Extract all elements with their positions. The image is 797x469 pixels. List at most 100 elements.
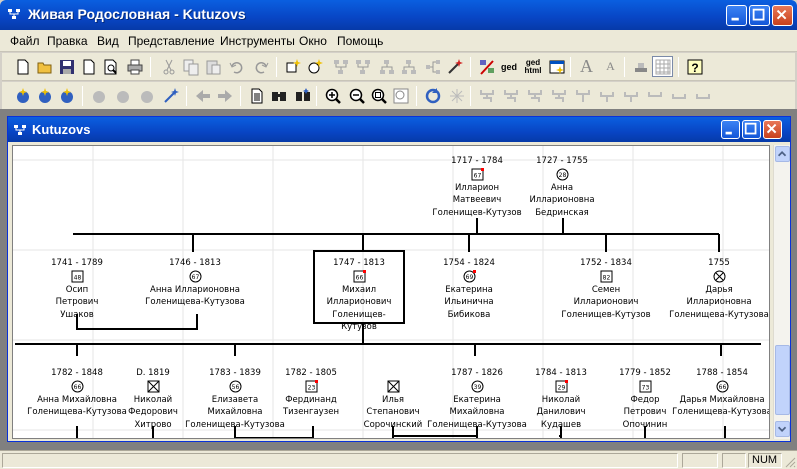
layout-b-button[interactable]	[500, 85, 521, 106]
zoom-page-button[interactable]	[390, 85, 411, 106]
person-flag-button[interactable]	[160, 85, 181, 106]
female-deceased-icon	[713, 270, 726, 283]
font-large-button[interactable]: A	[576, 56, 597, 77]
web-button[interactable]	[546, 56, 567, 77]
layout-e-button[interactable]	[572, 85, 593, 106]
chevron-down-icon	[777, 426, 787, 432]
layout-d-button[interactable]	[548, 85, 569, 106]
tree-maximize-button[interactable]	[742, 120, 761, 139]
tree-button-5[interactable]	[422, 56, 443, 77]
layout-h-button[interactable]	[644, 85, 665, 106]
menu-view[interactable]: Вид	[97, 34, 119, 48]
maximize-button[interactable]	[749, 5, 770, 26]
document-button[interactable]	[246, 85, 267, 106]
scroll-down-button[interactable]	[775, 421, 790, 437]
person-card-p6[interactable]: 1754 - 1824 69 Екатерина Ильинична Бибик…	[394, 257, 544, 321]
menu-window[interactable]: Окно	[299, 34, 327, 48]
status-message	[2, 453, 678, 468]
zoom-fit-button[interactable]	[368, 85, 389, 106]
layout-c-icon	[527, 89, 542, 102]
tree-window-title: Kutuzovs	[32, 122, 91, 137]
find-button[interactable]	[268, 85, 289, 106]
svg-text:56: 56	[231, 384, 239, 391]
layout-button[interactable]	[446, 85, 467, 106]
layout-a-button[interactable]	[476, 85, 497, 106]
toolbar-secondary	[2, 82, 795, 110]
app-titlebar[interactable]: Живая Родословная - Kutuzovs	[0, 0, 797, 30]
new-button[interactable]	[12, 56, 33, 77]
person-add-button[interactable]	[88, 85, 109, 106]
print-button[interactable]	[124, 56, 145, 77]
menu-file[interactable]: Файл	[10, 34, 40, 48]
layout-c-button[interactable]	[524, 85, 545, 106]
person-line1: Екатерина	[445, 284, 493, 295]
scroll-up-button[interactable]	[775, 146, 790, 162]
svg-text:39: 39	[473, 384, 481, 391]
gen1-button[interactable]	[12, 85, 33, 106]
page-button[interactable]	[78, 56, 99, 77]
menu-help[interactable]: Помощь	[337, 34, 383, 48]
menu-tools[interactable]: Инструменты	[220, 34, 295, 48]
person-card-p4[interactable]: 1746 - 1813 67 Анна Илларионовна Голенищ…	[120, 257, 270, 309]
male-person-icon: 29	[555, 379, 568, 393]
save-button[interactable]	[56, 56, 77, 77]
gen2-button[interactable]	[34, 85, 55, 106]
forward-button[interactable]	[214, 85, 235, 106]
zoom-in-button[interactable]	[322, 85, 343, 106]
find2-button[interactable]	[292, 85, 313, 106]
close-button[interactable]	[772, 5, 793, 26]
layout-f-button[interactable]	[596, 85, 617, 106]
tree-button-1[interactable]	[330, 56, 351, 77]
maximize-icon	[752, 8, 765, 21]
copy-button[interactable]	[180, 56, 201, 77]
print-preview-button[interactable]	[100, 56, 121, 77]
tree-button-2[interactable]	[352, 56, 373, 77]
tree-window-titlebar[interactable]: Kutuzovs	[8, 117, 790, 142]
zoom-out-button[interactable]	[346, 85, 367, 106]
layout-i-button[interactable]	[668, 85, 689, 106]
cut-button[interactable]	[158, 56, 179, 77]
save-icon	[59, 59, 74, 74]
person-line1: Анна Илларионовна	[150, 284, 240, 295]
undo-button[interactable]	[226, 56, 247, 77]
layout-j-button[interactable]	[692, 85, 713, 106]
tree-minimize-button[interactable]	[721, 120, 740, 139]
resize-grip-icon[interactable]	[784, 456, 796, 468]
open-button[interactable]	[34, 56, 55, 77]
menu-presentation[interactable]: Представление	[128, 34, 215, 48]
wand-button[interactable]	[444, 56, 465, 77]
edit-tree-button[interactable]	[476, 56, 497, 77]
person-add2-button[interactable]	[112, 85, 133, 106]
ged-button[interactable]: ged	[498, 56, 520, 77]
tree-button-4[interactable]	[398, 56, 419, 77]
layout-g-button[interactable]	[620, 85, 641, 106]
new-icon	[17, 59, 28, 74]
grid-button[interactable]	[652, 56, 673, 77]
refresh-button[interactable]	[422, 85, 443, 106]
help-button[interactable]: ?	[684, 56, 705, 77]
female-person-icon: 56	[229, 380, 242, 393]
ged-html-button[interactable]: ged html	[522, 56, 544, 77]
tree-canvas[interactable]: 1717 - 1784 67 Илларион Матвеевич Голени…	[12, 145, 770, 439]
person-card-p8[interactable]: 1755 Дарья Илларионовна Голенищева-Кутуз…	[636, 257, 769, 321]
svg-text:66: 66	[718, 384, 726, 391]
gen3-button[interactable]	[56, 85, 77, 106]
vertical-scrollbar[interactable]	[773, 145, 790, 439]
person-add3-button[interactable]	[136, 85, 157, 106]
tree-button-3[interactable]	[376, 56, 397, 77]
person-card-p2[interactable]: 1727 - 1755 28 Анна Илларионовна Бедринс…	[487, 155, 637, 219]
font-small-button[interactable]: A	[600, 56, 621, 77]
paste-button[interactable]	[202, 56, 223, 77]
person-card-p17[interactable]: 1788 - 1854 66 Дарья Михайловна Голенище…	[647, 367, 769, 419]
menu-edit[interactable]: Правка	[47, 34, 88, 48]
stamp-button[interactable]	[630, 56, 651, 77]
back-button[interactable]	[192, 85, 213, 106]
new-person-button[interactable]	[282, 56, 303, 77]
new-male-button[interactable]	[304, 56, 325, 77]
scroll-thumb[interactable]	[775, 345, 790, 415]
tree-close-button[interactable]	[763, 120, 782, 139]
person-card-p5-selected[interactable]: 1747 - 1813 66 Михаил Илларионович Голен…	[313, 250, 405, 332]
svg-text:67: 67	[473, 172, 481, 179]
minimize-button[interactable]	[726, 5, 747, 26]
redo-button[interactable]	[250, 56, 271, 77]
